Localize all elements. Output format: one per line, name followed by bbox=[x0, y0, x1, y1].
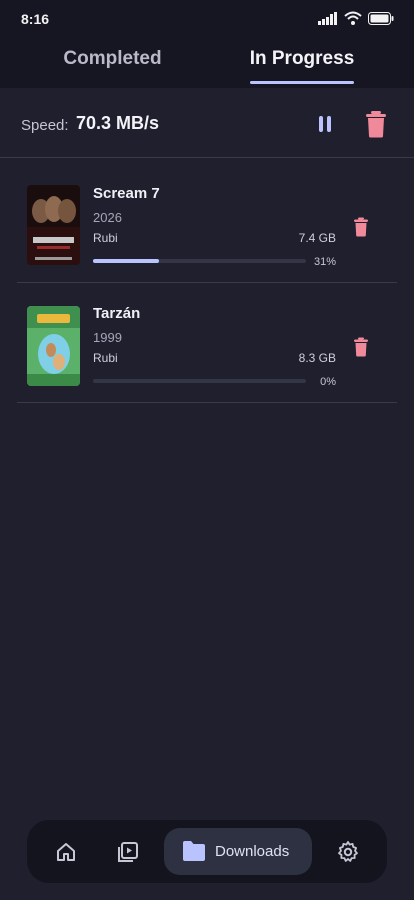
settings-icon[interactable] bbox=[336, 840, 360, 864]
nav-downloads-label: Downloads bbox=[215, 843, 290, 860]
speed-label: Speed: bbox=[21, 117, 69, 134]
download-item[interactable]: Tarzán 1999 Rubi 8.3 GB 0% bbox=[17, 283, 397, 403]
status-icons bbox=[318, 11, 394, 25]
divider bbox=[17, 402, 397, 403]
progress-track bbox=[93, 379, 306, 383]
delete-icon[interactable] bbox=[353, 217, 369, 237]
download-year: 1999 bbox=[93, 330, 122, 345]
delete-icon[interactable] bbox=[353, 337, 369, 357]
download-source: Rubi bbox=[93, 231, 118, 245]
download-year: 2026 bbox=[93, 210, 122, 225]
status-bar: 8:16 bbox=[0, 0, 414, 36]
home-icon[interactable] bbox=[54, 840, 78, 864]
pause-all-icon[interactable] bbox=[313, 112, 337, 136]
divider bbox=[0, 157, 414, 158]
progress-percent: 0% bbox=[320, 376, 336, 388]
tab-in-progress[interactable]: In Progress bbox=[231, 48, 373, 70]
delete-all-icon[interactable] bbox=[364, 110, 388, 138]
nav-item-downloads[interactable]: Downloads bbox=[164, 828, 312, 875]
progress-fill bbox=[93, 259, 160, 263]
speed-value: 70.3 MB/s bbox=[76, 113, 160, 133]
download-title: Scream 7 bbox=[93, 185, 160, 202]
download-size: 7.4 GB bbox=[298, 231, 336, 245]
progress-percent: 31% bbox=[313, 256, 336, 268]
wifi-icon bbox=[344, 11, 362, 25]
bottom-nav: Downloads bbox=[27, 820, 387, 883]
download-size: 8.3 GB bbox=[298, 351, 336, 365]
signal-icon bbox=[318, 11, 337, 25]
battery-icon bbox=[368, 11, 394, 25]
poster-image bbox=[27, 185, 80, 265]
speed-bar: Speed: 70.3 MB/s bbox=[0, 88, 414, 158]
active-tab-indicator bbox=[250, 81, 354, 84]
download-title: Tarzán bbox=[93, 305, 141, 322]
clock: 8:16 bbox=[21, 11, 50, 27]
download-source: Rubi bbox=[93, 351, 118, 365]
player-icon[interactable] bbox=[116, 840, 140, 864]
progress-track bbox=[93, 259, 306, 263]
tab-completed[interactable]: Completed bbox=[40, 48, 185, 70]
poster-image bbox=[27, 306, 80, 386]
download-item[interactable]: Scream 7 2026 Rubi 7.4 GB 31% bbox=[17, 163, 397, 283]
folder-icon bbox=[183, 841, 205, 861]
